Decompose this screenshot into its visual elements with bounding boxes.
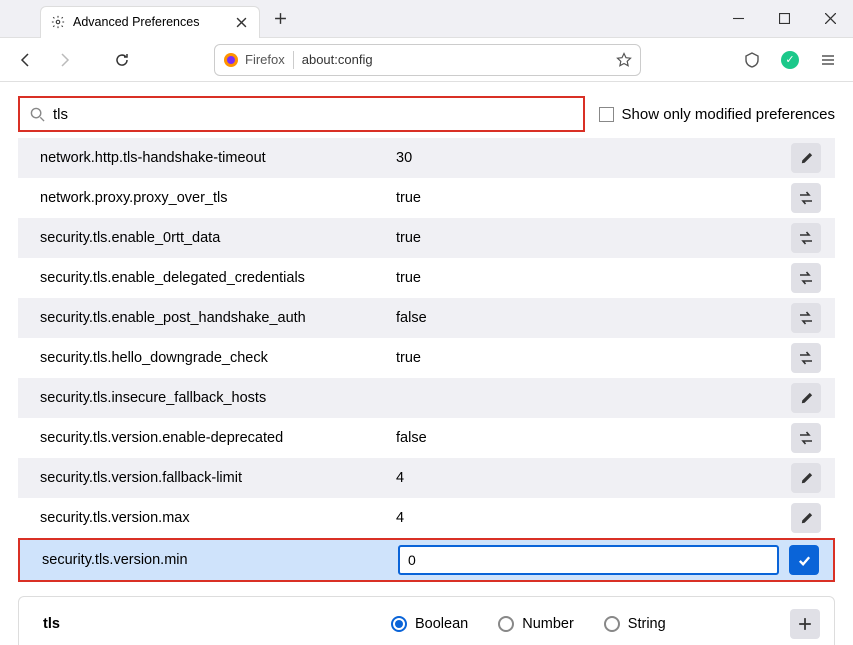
pref-name: security.tls.enable_0rtt_data (40, 230, 396, 246)
window-titlebar: Advanced Preferences (0, 0, 853, 38)
add-preference-bar: tls Boolean Number String (18, 596, 835, 645)
save-button[interactable] (789, 545, 819, 575)
search-icon (30, 107, 45, 122)
tab-title: Advanced Preferences (73, 15, 225, 29)
pref-name: security.tls.version.fallback-limit (40, 470, 396, 486)
toggle-button[interactable] (791, 263, 821, 293)
pref-row[interactable]: network.proxy.proxy_over_tlstrue (18, 178, 835, 218)
pocket-icon[interactable] (737, 45, 767, 75)
pref-row-editing[interactable]: security.tls.version.min (18, 538, 835, 582)
pref-value: false (396, 430, 791, 446)
edit-button[interactable] (791, 463, 821, 493)
pref-name: security.tls.enable_post_handshake_auth (40, 310, 396, 326)
urlbar-separator (293, 51, 294, 69)
search-input[interactable] (53, 106, 573, 123)
pref-row[interactable]: security.tls.enable_0rtt_datatrue (18, 218, 835, 258)
add-pref-name: tls (43, 616, 391, 632)
pref-row[interactable]: security.tls.version.max4 (18, 498, 835, 538)
new-tab-button[interactable] (266, 5, 294, 33)
show-modified-checkbox[interactable] (599, 107, 614, 122)
pref-value-input[interactable] (398, 545, 779, 575)
toggle-button[interactable] (791, 343, 821, 373)
radio-label: Number (522, 616, 574, 632)
reload-button[interactable] (106, 44, 138, 76)
type-radio-boolean[interactable]: Boolean (391, 616, 468, 632)
toggle-button[interactable] (791, 303, 821, 333)
edit-button[interactable] (791, 503, 821, 533)
radio-label: Boolean (415, 616, 468, 632)
pref-row[interactable]: security.tls.insecure_fallback_hosts (18, 378, 835, 418)
window-controls (715, 0, 853, 38)
checkbox-text: Show only modified preferences (622, 106, 835, 123)
pref-row[interactable]: security.tls.hello_downgrade_checktrue (18, 338, 835, 378)
pref-row[interactable]: security.tls.version.enable-deprecatedfa… (18, 418, 835, 458)
extension-icon[interactable]: ✓ (775, 45, 805, 75)
pref-name: security.tls.version.min (42, 552, 398, 568)
edit-button[interactable] (791, 383, 821, 413)
pref-value: 30 (396, 150, 791, 166)
gear-icon (51, 15, 65, 29)
content-scroll-area[interactable]: Show only modified preferences network.h… (0, 82, 853, 645)
pref-name: network.proxy.proxy_over_tls (40, 190, 396, 206)
pref-row[interactable]: network.http.tls-handshake-timeout30 (18, 138, 835, 178)
radio-label: String (628, 616, 666, 632)
bookmark-star-icon[interactable] (616, 52, 632, 68)
show-modified-checkbox-label[interactable]: Show only modified preferences (599, 106, 835, 123)
type-radio-string[interactable]: String (604, 616, 666, 632)
close-button[interactable] (807, 0, 853, 38)
pref-value: false (396, 310, 791, 326)
radio-icon (604, 616, 620, 632)
maximize-button[interactable] (761, 0, 807, 38)
firefox-icon (223, 52, 239, 68)
url-text[interactable]: about:config (302, 52, 608, 67)
pref-value: true (396, 270, 791, 286)
type-radio-number[interactable]: Number (498, 616, 574, 632)
toggle-button[interactable] (791, 423, 821, 453)
browser-tab[interactable]: Advanced Preferences (40, 6, 260, 38)
menu-button[interactable] (813, 45, 843, 75)
pref-name: security.tls.insecure_fallback_hosts (40, 390, 396, 406)
type-radio-group: Boolean Number String (391, 616, 790, 632)
pref-name: network.http.tls-handshake-timeout (40, 150, 396, 166)
pref-name: security.tls.enable_delegated_credential… (40, 270, 396, 286)
pref-value: true (396, 230, 791, 246)
url-bar[interactable]: Firefox about:config (214, 44, 641, 76)
back-button[interactable] (10, 44, 42, 76)
pref-name: security.tls.version.max (40, 510, 396, 526)
pref-value: 4 (396, 470, 791, 486)
pref-value: true (396, 190, 791, 206)
pref-name: security.tls.version.enable-deprecated (40, 430, 396, 446)
browser-toolbar: Firefox about:config ✓ (0, 38, 853, 82)
pref-value: 4 (396, 510, 791, 526)
toggle-button[interactable] (791, 223, 821, 253)
identity-box[interactable]: Firefox (223, 52, 285, 68)
tab-close-icon[interactable] (233, 14, 249, 30)
add-button[interactable] (790, 609, 820, 639)
search-box (18, 96, 585, 132)
forward-button[interactable] (48, 44, 80, 76)
minimize-button[interactable] (715, 0, 761, 38)
radio-icon (498, 616, 514, 632)
pref-name: security.tls.hello_downgrade_check (40, 350, 396, 366)
pref-row[interactable]: security.tls.enable_delegated_credential… (18, 258, 835, 298)
pref-row[interactable]: security.tls.version.fallback-limit4 (18, 458, 835, 498)
toggle-button[interactable] (791, 183, 821, 213)
pref-row[interactable]: security.tls.enable_post_handshake_authf… (18, 298, 835, 338)
identity-label: Firefox (245, 52, 285, 67)
edit-button[interactable] (791, 143, 821, 173)
pref-value: true (396, 350, 791, 366)
radio-icon (391, 616, 407, 632)
preference-list: network.http.tls-handshake-timeout30netw… (18, 138, 835, 582)
